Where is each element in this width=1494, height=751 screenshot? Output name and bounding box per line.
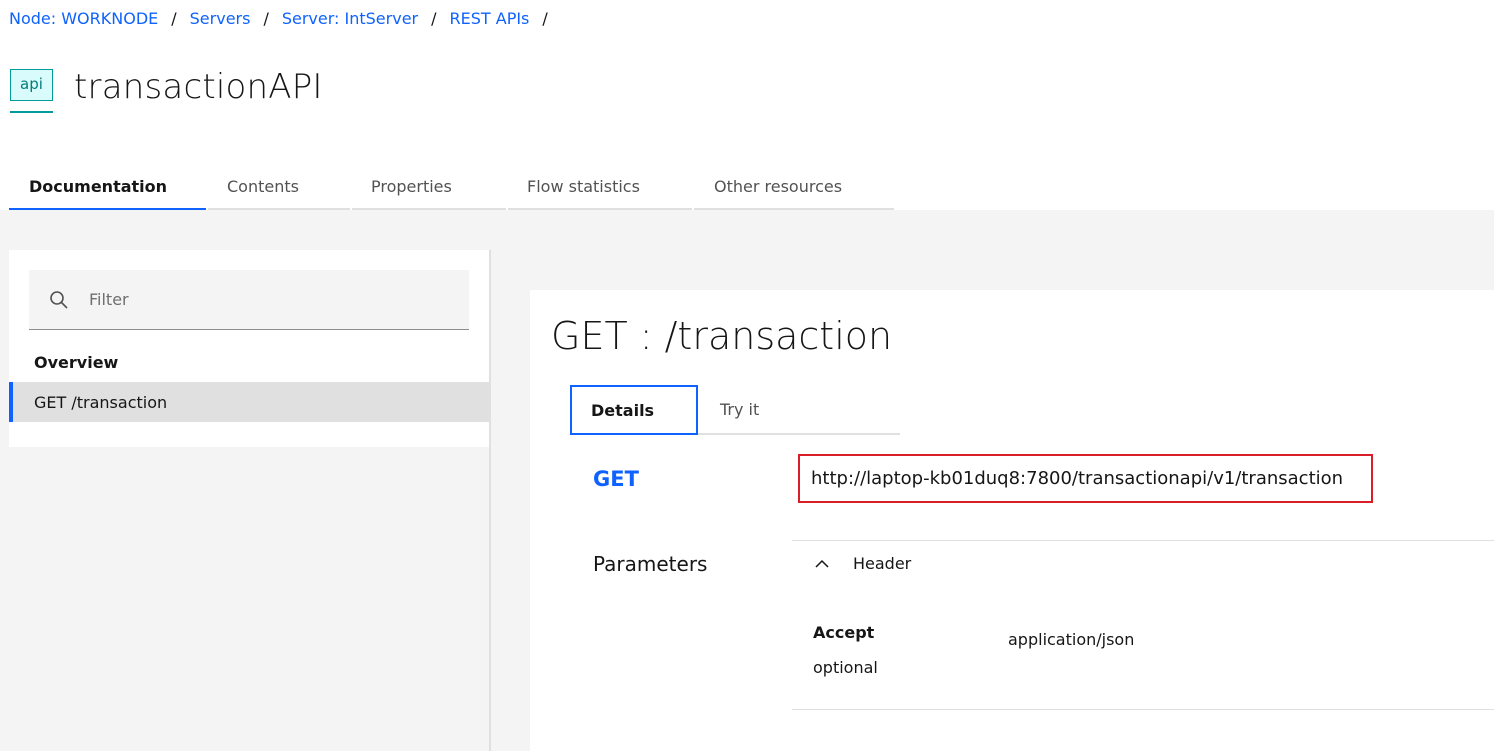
- http-method: GET: [593, 467, 639, 491]
- sidebar-divider: [489, 250, 491, 751]
- chevron-up-icon: [815, 559, 829, 568]
- endpoint-url: http://laptop-kb01duq8:7800/transactiona…: [798, 454, 1373, 503]
- tab-other-resources[interactable]: Other resources: [694, 165, 894, 210]
- api-icon-underline: [10, 111, 53, 113]
- parameters-heading: Parameters: [593, 552, 708, 576]
- operation-panel: GET : /transaction Details Try it GET ht…: [530, 290, 1494, 751]
- api-icon: api: [10, 69, 53, 114]
- filter-input[interactable]: [89, 290, 449, 309]
- header-section-label: Header: [853, 554, 912, 573]
- param-required: optional: [813, 658, 878, 677]
- operation-tabs: Details Try it: [570, 385, 900, 435]
- breadcrumb-server-link[interactable]: Server: IntServer: [282, 9, 418, 28]
- param-name: Accept: [813, 623, 875, 642]
- page-title: transactionAPI: [74, 67, 323, 107]
- tab-flow-statistics[interactable]: Flow statistics: [508, 165, 692, 210]
- tab-contents[interactable]: Contents: [208, 165, 350, 210]
- header-section-toggle[interactable]: Header: [814, 554, 911, 573]
- sidebar-item-overview[interactable]: Overview: [34, 353, 118, 372]
- page-header: api transactionAPI: [10, 67, 323, 114]
- operation-title: GET : /transaction: [551, 314, 893, 358]
- breadcrumb: Node: WORKNODE / Servers / Server: IntSe…: [9, 9, 561, 28]
- parameters-divider-top: [792, 540, 1494, 541]
- breadcrumb-separator: /: [171, 9, 177, 28]
- breadcrumb-separator: /: [263, 9, 269, 28]
- search-icon: [50, 290, 68, 309]
- breadcrumb-separator: /: [542, 9, 548, 28]
- param-value: application/json: [1008, 630, 1135, 649]
- main-tabs: Documentation Contents Properties Flow s…: [9, 165, 896, 210]
- breadcrumb-rest-apis-link[interactable]: REST APIs: [450, 9, 530, 28]
- tab-details[interactable]: Details: [570, 385, 698, 435]
- tab-documentation[interactable]: Documentation: [9, 165, 206, 210]
- sidebar-item-get-transaction[interactable]: GET /transaction: [9, 382, 489, 422]
- parameters-divider-bottom: [792, 709, 1494, 710]
- breadcrumb-separator: /: [431, 9, 437, 28]
- breadcrumb-node-link[interactable]: Node: WORKNODE: [9, 9, 158, 28]
- sidebar: Overview GET /transaction: [9, 250, 489, 447]
- tab-properties[interactable]: Properties: [352, 165, 506, 210]
- api-icon-label: api: [10, 69, 53, 101]
- tab-try-it[interactable]: Try it: [698, 385, 900, 435]
- filter-field[interactable]: [29, 270, 469, 330]
- breadcrumb-servers-link[interactable]: Servers: [190, 9, 251, 28]
